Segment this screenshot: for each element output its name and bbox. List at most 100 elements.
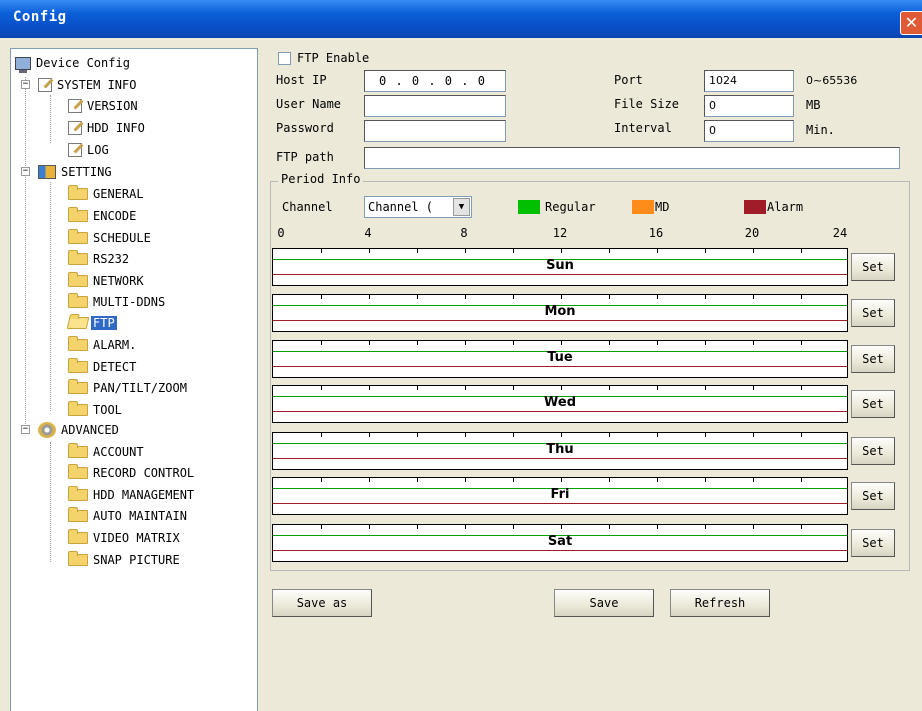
day-schedule-bar[interactable]: Fri: [272, 477, 848, 515]
day-name-label: Thu: [546, 442, 574, 457]
period-info-legend: Period Info: [278, 172, 364, 186]
hour-tick: [705, 478, 706, 482]
tree-item-hdd-management[interactable]: HDD MANAGEMENT: [68, 486, 194, 504]
tree-item-version[interactable]: VERSION: [68, 97, 138, 115]
tree-item-detect[interactable]: DETECT: [68, 358, 136, 376]
set-button[interactable]: Set: [851, 299, 895, 327]
tree-item-system-info[interactable]: SYSTEM INFO: [38, 76, 136, 94]
legend-regular-swatch: [518, 200, 540, 214]
hour-tick: [705, 525, 706, 529]
set-button[interactable]: Set: [851, 437, 895, 465]
hour-tick: [801, 386, 802, 390]
set-button[interactable]: Set: [851, 345, 895, 373]
tree-label: HDD MANAGEMENT: [93, 488, 195, 502]
hour-tick: [609, 386, 610, 390]
interval-input[interactable]: 0: [704, 120, 794, 142]
tree-label: Device Config: [36, 56, 130, 70]
hour-label: 24: [832, 226, 848, 240]
channel-label: Channel: [282, 200, 333, 214]
hour-tick: [801, 249, 802, 253]
tree-item-setting[interactable]: SETTING: [38, 163, 112, 181]
tree-item-multi-ddns[interactable]: MULTI-DDNS: [68, 293, 165, 311]
hour-label: 4: [364, 226, 372, 240]
hour-tick: [321, 386, 322, 390]
tree-item-encode[interactable]: ENCODE: [68, 207, 136, 225]
hour-tick: [513, 525, 514, 529]
file-size-input[interactable]: 0: [704, 95, 794, 117]
hour-tick: [513, 295, 514, 299]
day-schedule-bar[interactable]: Sun: [272, 248, 848, 286]
day-schedule-bar[interactable]: Tue: [272, 340, 848, 378]
user-name-label: User Name: [276, 97, 342, 111]
tree-item-alarm[interactable]: ALARM.: [68, 336, 136, 354]
folder-icon: [68, 272, 88, 287]
config-tree: Device Config − SYSTEM INFO VERSION HDD …: [10, 48, 258, 711]
hour-tick: [657, 478, 658, 482]
day-name-label: Sat: [547, 534, 573, 549]
tree-item-snap-picture[interactable]: SNAP PICTURE: [68, 551, 180, 569]
user-name-input[interactable]: [364, 95, 506, 117]
day-schedule-bar[interactable]: Wed: [272, 385, 848, 423]
hour-tick: [801, 525, 802, 529]
tree-item-schedule[interactable]: SCHEDULE: [68, 229, 151, 247]
tree-item-pan-tilt-zoom[interactable]: PAN/TILT/ZOOM: [68, 379, 187, 397]
set-button[interactable]: Set: [851, 529, 895, 557]
tree-item-ftp[interactable]: FTP: [66, 314, 117, 332]
file-size-label: File Size: [614, 97, 680, 111]
port-input[interactable]: 1024: [704, 70, 794, 92]
collapse-system-info-icon[interactable]: −: [21, 80, 30, 89]
title-bar: Config ✕: [0, 0, 922, 38]
ftp-path-input[interactable]: [364, 147, 900, 169]
day-schedule-bar[interactable]: Sat: [272, 524, 848, 562]
tree-label: ACCOUNT: [93, 445, 144, 459]
tree-connector: [50, 95, 51, 143]
tree-item-tool[interactable]: TOOL: [68, 401, 122, 419]
tree-item-hdd-info[interactable]: HDD INFO: [68, 119, 145, 137]
set-button[interactable]: Set: [851, 482, 895, 510]
day-schedule-bar[interactable]: Mon: [272, 294, 848, 332]
ftp-enable-checkbox[interactable]: [278, 52, 291, 65]
collapse-advanced-icon[interactable]: −: [21, 425, 30, 434]
hour-tick: [465, 295, 466, 299]
alarm-line: [273, 274, 847, 275]
folder-icon: [68, 401, 88, 416]
password-label: Password: [276, 121, 334, 135]
tree-item-account[interactable]: ACCOUNT: [68, 443, 144, 461]
hour-tick: [465, 386, 466, 390]
save-as-button[interactable]: Save as: [272, 589, 372, 617]
close-icon[interactable]: ✕: [900, 11, 922, 35]
hour-tick: [753, 478, 754, 482]
tree-item-rs232[interactable]: RS232: [68, 250, 129, 268]
tree-connector: [50, 182, 51, 411]
set-button[interactable]: Set: [851, 390, 895, 418]
hour-tick: [801, 295, 802, 299]
tree-item-general[interactable]: GENERAL: [68, 185, 144, 203]
tree-item-video-matrix[interactable]: VIDEO MATRIX: [68, 529, 180, 547]
hour-tick: [417, 478, 418, 482]
tree-item-advanced[interactable]: ADVANCED: [38, 421, 119, 439]
tree-label: NETWORK: [93, 274, 144, 288]
tree-item-record-control[interactable]: RECORD CONTROL: [68, 464, 194, 482]
tree-item-auto-maintain[interactable]: AUTO MAINTAIN: [68, 507, 187, 525]
host-ip-input[interactable]: 0 . 0 . 0 . 0: [364, 70, 506, 92]
collapse-setting-icon[interactable]: −: [21, 167, 30, 176]
host-ip-label: Host IP: [276, 73, 327, 87]
password-input[interactable]: [364, 120, 506, 142]
hour-tick: [705, 249, 706, 253]
tree-item-network[interactable]: NETWORK: [68, 272, 144, 290]
tree-item-log[interactable]: LOG: [68, 141, 109, 159]
save-button[interactable]: Save: [554, 589, 654, 617]
tree-label: LOG: [87, 143, 109, 157]
hour-tick: [753, 341, 754, 345]
tree-label: SETTING: [61, 165, 112, 179]
channel-select[interactable]: Channel ( ▼: [364, 196, 472, 218]
tree-connector: [50, 442, 51, 562]
hour-tick: [369, 525, 370, 529]
refresh-button[interactable]: Refresh: [670, 589, 770, 617]
set-button[interactable]: Set: [851, 253, 895, 281]
day-name-label: Tue: [547, 350, 573, 365]
hour-tick: [753, 386, 754, 390]
tree-label: TOOL: [93, 403, 122, 417]
tree-root-device-config[interactable]: Device Config: [15, 54, 130, 73]
day-schedule-bar[interactable]: Thu: [272, 432, 848, 470]
